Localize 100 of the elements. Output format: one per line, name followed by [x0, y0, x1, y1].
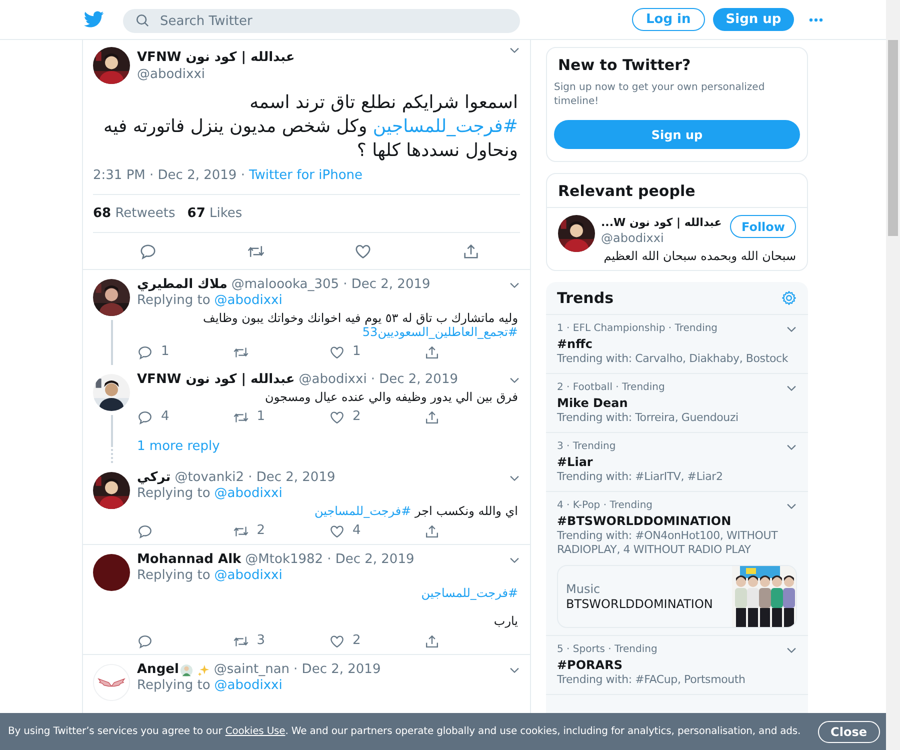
reply-icon[interactable]	[137, 524, 153, 538]
trend-item[interactable]: 2 · Football · Trending Mike Dean Trending with: Torreira, Guendouzi	[546, 374, 808, 433]
settings-icon[interactable]	[781, 290, 797, 306]
reply-text: #فرجت_للمساجين يارب	[420, 586, 519, 628]
chevron-down-icon[interactable]	[509, 666, 520, 674]
scrollbar[interactable]	[886, 0, 900, 750]
replying-label: Replying to	[137, 568, 210, 584]
mention-link[interactable]: @abodixxi	[214, 568, 282, 584]
heart-icon[interactable]	[354, 242, 372, 260]
author-name[interactable]: ملاك المطيري	[137, 277, 228, 293]
author-name[interactable]: عبدالله | كود نون VFNW	[137, 49, 295, 66]
chevron-down-icon[interactable]	[509, 47, 520, 54]
reply-date[interactable]: · Dec 2, 2019	[294, 662, 381, 678]
chevron-down-icon[interactable]	[509, 556, 520, 564]
share-icon[interactable]	[424, 524, 440, 538]
trend-item[interactable]: 3 · Trending #Liar Trending with: #LiarITV, #Liar2	[546, 433, 808, 492]
login-button[interactable]: Log in	[632, 8, 705, 31]
person-name[interactable]: عبدالله | كود نون W...	[601, 215, 722, 230]
author-name[interactable]: Mohannad Alk	[137, 552, 242, 568]
author-handle[interactable]: @abodixxi	[137, 66, 206, 83]
retweets-count: 2	[256, 522, 266, 540]
reply-text: فرق بين الي يدور وظيفه والي عنده عيال ومسجون	[264, 390, 519, 404]
heart-icon[interactable]	[328, 524, 344, 538]
chevron-down-icon[interactable]	[786, 444, 797, 450]
reply-icon[interactable]	[137, 634, 153, 648]
author-handle[interactable]: @saint_nan	[214, 662, 290, 678]
trend-item[interactable]: 4 · K-Pop · Trending #BTSWORLDDOMINATION Trending with: #ON4onHot100, WITHOUT RADIOPLAY, 4 WITHOUT RADIO PLAY Music BTSWORLDDOMINATION	[546, 492, 808, 636]
chevron-down-icon[interactable]	[509, 282, 520, 288]
author-handle[interactable]: @abodixxi	[298, 372, 367, 388]
mention-link[interactable]: @abodixxi	[214, 678, 282, 694]
more-icon[interactable]	[809, 18, 824, 22]
chevron-down-icon[interactable]	[509, 376, 520, 384]
avatar[interactable]	[93, 554, 130, 591]
card-title: Relevant people	[547, 174, 807, 208]
reply-icon[interactable]	[137, 410, 153, 424]
chevron-down-icon[interactable]	[786, 502, 797, 510]
reply-icon[interactable]	[137, 344, 153, 360]
trend-meta: 4 · K-Pop · Trending	[557, 499, 653, 513]
reply-date[interactable]: · Dec 2, 2019	[343, 277, 430, 293]
signup-button[interactable]: Sign up	[554, 120, 800, 149]
chevron-down-icon[interactable]	[786, 646, 797, 654]
author-name[interactable]: تركي	[137, 470, 171, 486]
retweet-icon[interactable]	[232, 410, 249, 424]
trend-name: #Liar	[557, 454, 594, 470]
mention-link[interactable]: @abodixxi	[214, 293, 282, 309]
reply-icon[interactable]	[139, 242, 157, 260]
retweet-icon[interactable]	[232, 344, 249, 360]
trend-item[interactable]: 5 · Sports · Trending #PORARS Trending with: #FACup, Portsmouth	[546, 636, 808, 695]
author-name[interactable]: Angel	[137, 662, 179, 678]
trend-item[interactable]: 1 · EFL Championship · Trending #nffc Trending with: Carvalho, Diakhaby, Bostock	[546, 315, 808, 374]
retweets-count: 3	[256, 632, 266, 650]
cookies-link[interactable]: Cookies Use	[225, 726, 286, 736]
chevron-down-icon[interactable]	[786, 326, 797, 332]
heart-icon[interactable]	[328, 344, 344, 360]
follow-button[interactable]: Follow	[730, 215, 796, 238]
scrollbar-thumb[interactable]	[888, 40, 898, 236]
search-field[interactable]: Search Twitter	[123, 9, 520, 33]
hashtag-link[interactable]: #فرجت_للمساجين	[314, 504, 412, 518]
retweets-count[interactable]: 68 Retweets	[93, 204, 176, 224]
retweet-icon[interactable]	[232, 524, 249, 538]
author-name[interactable]: عبدالله | كود نون VFNW	[137, 372, 295, 388]
winged-logo-avatar[interactable]	[93, 664, 130, 701]
tweet-timestamp: 2:31 PM · Dec 2, 2019 ·	[93, 167, 245, 185]
trend-card[interactable]: Music BTSWORLDDOMINATION	[557, 565, 797, 628]
chevron-down-icon[interactable]	[509, 474, 520, 482]
reply-date[interactable]: · Dec 2, 2019	[370, 372, 458, 388]
close-button[interactable]: Close	[818, 720, 880, 742]
card-title: BTSWORLDDOMINATION	[566, 596, 714, 612]
trend-context: Trending with: Torreira, Guendouzi	[557, 411, 740, 425]
reply-date[interactable]: · Dec 2, 2019	[248, 470, 336, 486]
hashtag-link[interactable]: #فرجت_للمساجين	[372, 116, 518, 137]
replying-label: Replying to	[137, 293, 210, 309]
replying-label: Replying to	[137, 678, 210, 694]
share-icon[interactable]	[462, 242, 480, 260]
more-replies-link[interactable]: 1 more reply	[137, 439, 220, 455]
reply-date[interactable]: · Dec 2, 2019	[327, 552, 414, 568]
person-handle[interactable]: @abodixxi	[601, 230, 664, 246]
trend-meta: 5 · Sports · Trending	[557, 643, 658, 657]
mention-link[interactable]: @abodixxi	[214, 486, 282, 502]
author-handle[interactable]: @Mtok1982	[245, 552, 324, 568]
share-icon[interactable]	[424, 634, 440, 648]
retweet-icon[interactable]	[232, 634, 249, 648]
author-handle[interactable]: @tovanki2	[174, 470, 244, 486]
hashtag-link[interactable]: #تجمع_العاطلين_السعوديين53	[362, 325, 518, 339]
bird-logo[interactable]	[84, 11, 104, 28]
heart-icon[interactable]	[328, 634, 344, 648]
trend-meta: 2 · Football · Trending	[557, 381, 665, 395]
panel-title: Trends	[557, 288, 614, 309]
signup-button[interactable]: Sign up	[712, 8, 794, 31]
source-link[interactable]: Twitter for iPhone	[248, 167, 363, 185]
person-bio: سبحان الله وبحمده سبحان الله العظيم	[602, 248, 796, 264]
share-icon[interactable]	[424, 410, 440, 424]
card-title: New to Twitter?	[557, 55, 692, 75]
author-handle[interactable]: @maloooka_305	[231, 277, 340, 293]
likes-count[interactable]: 67 Likes	[187, 204, 242, 224]
share-icon[interactable]	[424, 344, 440, 360]
trend-meta: 1 · EFL Championship · Trending	[557, 322, 718, 336]
hashtag-link[interactable]: #فرجت_للمساجين	[421, 586, 518, 600]
chevron-down-icon[interactable]	[786, 384, 797, 392]
heart-icon[interactable]	[328, 410, 344, 424]
